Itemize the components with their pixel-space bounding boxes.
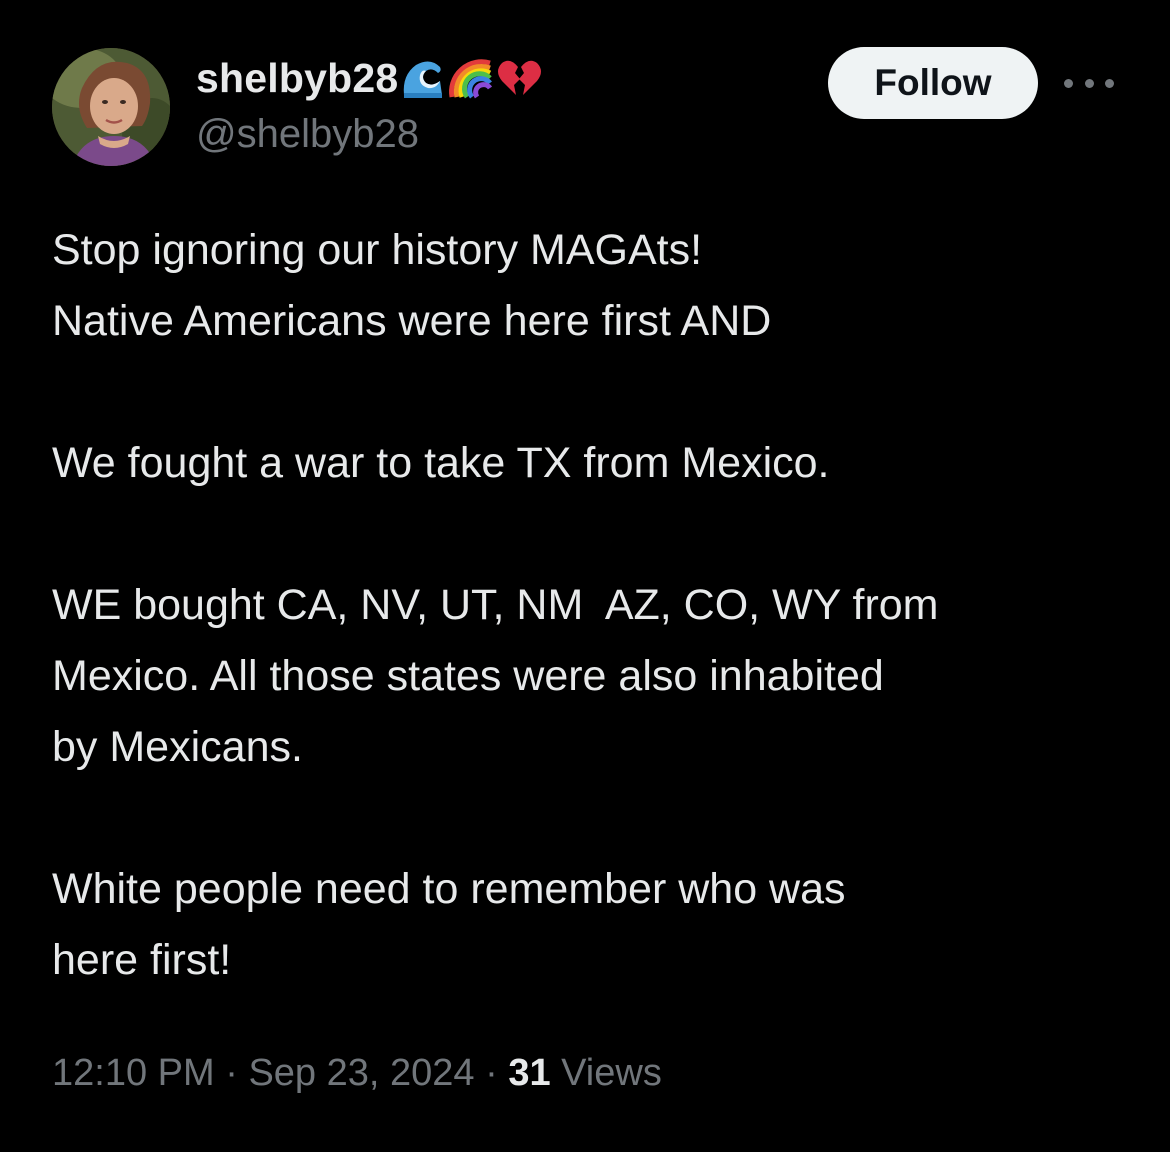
views-label: Views bbox=[550, 1052, 662, 1094]
tweet-date[interactable]: Sep 23, 2024 bbox=[248, 1052, 474, 1095]
name-row: shelbyb28 bbox=[196, 52, 542, 104]
avatar-photo bbox=[52, 48, 170, 166]
more-options-icon[interactable] bbox=[1064, 70, 1114, 96]
tweet-line: We fought a war to take TX from Mexico. bbox=[52, 439, 830, 487]
avatar[interactable] bbox=[52, 48, 170, 166]
meta-separator: · bbox=[474, 1052, 509, 1094]
tweet-line: WE bought CA, NV, UT, NM AZ, CO, WY from bbox=[52, 581, 939, 629]
tweet-container: shelbyb28 @shelbyb28 Follow Stop ignorin… bbox=[0, 0, 1170, 1152]
views-count: 31 bbox=[508, 1052, 551, 1094]
tweet-line: White people need to remember who was bbox=[52, 865, 846, 913]
meta-separator: · bbox=[214, 1052, 249, 1094]
dot bbox=[1064, 78, 1073, 88]
tweet-text: Stop ignoring our history MAGAts! Native… bbox=[52, 215, 1142, 996]
tweet-line: Stop ignoring our history MAGAts! bbox=[52, 226, 703, 274]
broken-heart-emoji-icon bbox=[496, 55, 542, 101]
tweet-time[interactable]: 12:10 PM bbox=[52, 1052, 215, 1095]
tweet-line: by Mexicans. bbox=[52, 723, 303, 771]
user-handle[interactable]: @shelbyb28 bbox=[196, 112, 419, 157]
dot bbox=[1084, 78, 1094, 88]
tweet-line: here first! bbox=[52, 936, 232, 984]
rainbow-emoji-icon bbox=[448, 55, 494, 101]
tweet-line: Mexico. All those states were also inhab… bbox=[52, 652, 884, 700]
dot bbox=[1105, 78, 1114, 88]
tweet-line: Native Americans were here first AND bbox=[52, 297, 772, 345]
follow-button[interactable]: Follow bbox=[828, 47, 1038, 119]
tweet-meta: 12:10 PM · Sep 23, 2024 · 31 Views bbox=[52, 1052, 662, 1095]
wave-emoji-icon bbox=[400, 55, 446, 101]
display-name[interactable]: shelbyb28 bbox=[196, 55, 398, 102]
